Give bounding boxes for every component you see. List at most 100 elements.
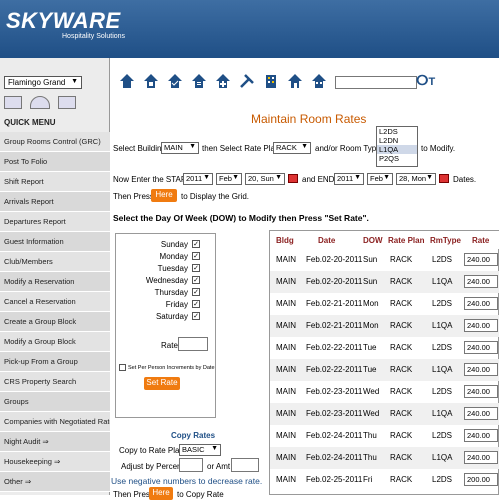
menu-item-pickup-group[interactable]: Pick-up From a Group: [0, 352, 110, 372]
room-type-option[interactable]: L2DN: [377, 136, 417, 145]
table-row: MAIN Feb.02-25-2011 Fri RACK L2DS 200.00: [270, 469, 499, 491]
house-arrow-icon[interactable]: [143, 73, 159, 89]
table-cell: Wed: [363, 409, 380, 418]
adjust-percent-input[interactable]: [179, 458, 203, 472]
chevron-down-icon: ▼: [301, 143, 308, 150]
chevron-down-icon: ▼: [211, 445, 218, 452]
menu-item-groups[interactable]: Groups: [0, 392, 110, 412]
rate-cell-input[interactable]: 240.00: [464, 451, 498, 464]
rate-cell-input[interactable]: 200.00: [464, 473, 498, 486]
table-cell: MAIN: [276, 453, 296, 462]
home-icon[interactable]: [119, 73, 135, 89]
checkbox-tuesday[interactable]: ✓: [192, 264, 200, 272]
start-year-select[interactable]: 2011 ▼: [183, 173, 213, 185]
keypad-icon[interactable]: [4, 96, 22, 109]
property-select[interactable]: Flamingo Grand ▼: [4, 76, 82, 89]
rates-grid-header: Bldg Date DOW Rate Plan RmType Rate: [270, 231, 499, 249]
adjust-amount-input[interactable]: [231, 458, 259, 472]
rate-plan-select[interactable]: RACK ▼: [273, 142, 311, 154]
menu-item-post-to-folio[interactable]: Post To Folio: [0, 152, 110, 172]
adjust-percent-label: Adjust by Percent:: [121, 462, 186, 471]
table-cell: Tue: [363, 343, 377, 352]
menu-item-night-audit[interactable]: Night Audit ⇒: [0, 432, 110, 452]
checkbox-wednesday[interactable]: ✓: [192, 276, 200, 284]
menu-item-modify-reservation[interactable]: Modify a Reservation: [0, 272, 110, 292]
house-grid-icon[interactable]: [311, 73, 327, 89]
rate-input[interactable]: [178, 337, 208, 351]
per-person-checkbox[interactable]: [119, 364, 126, 371]
app-header: SKYWARE Hospitality Solutions: [0, 0, 499, 58]
sidebar-tools: [4, 96, 104, 110]
rate-cell-input[interactable]: 240.00: [464, 297, 498, 310]
column-header: Rate Plan: [388, 236, 425, 245]
start-month-select[interactable]: Feb ▼: [216, 173, 242, 185]
column-header: DOW: [363, 236, 383, 245]
house-list-icon[interactable]: [191, 73, 207, 89]
device-icon[interactable]: [58, 96, 76, 109]
end-year-select[interactable]: 2011 ▼: [334, 173, 364, 185]
checkbox-monday[interactable]: ✓: [192, 252, 200, 260]
to-modify-label: to Modify.: [421, 144, 456, 153]
menu-item-other[interactable]: Other ⇒: [0, 472, 110, 492]
checkbox-friday[interactable]: ✓: [192, 300, 200, 308]
search-icon[interactable]: ⵔT: [416, 72, 435, 89]
end-month-select[interactable]: Feb ▼: [367, 173, 393, 185]
room-type-option[interactable]: P2QS: [377, 154, 417, 163]
gauge-icon[interactable]: [30, 96, 50, 109]
menu-item-housekeeping[interactable]: Housekeeping ⇒: [0, 452, 110, 472]
menu-item-modify-group-block[interactable]: Modify a Group Block: [0, 332, 110, 352]
chevron-down-icon: ▼: [203, 174, 210, 181]
rate-cell-input[interactable]: 240.00: [464, 253, 498, 266]
rate-cell-input[interactable]: 240.00: [464, 385, 498, 398]
search-input[interactable]: [335, 76, 417, 89]
building-select[interactable]: MAIN ▼: [161, 142, 199, 154]
room-type-option[interactable]: L1QA: [377, 145, 417, 154]
house-plus-icon[interactable]: [215, 73, 231, 89]
menu-item-departures-report[interactable]: Departures Report: [0, 212, 110, 232]
end-day-select[interactable]: 28, Mon ▼: [396, 173, 436, 185]
table-cell: L2DS: [432, 255, 453, 264]
menu-item-club-members[interactable]: Club/Members: [0, 252, 110, 272]
copy-rate-button[interactable]: Here: [149, 487, 173, 500]
menu-item-shift-report[interactable]: Shift Report: [0, 172, 110, 192]
menu-item-create-group-block[interactable]: Create a Group Block: [0, 312, 110, 332]
house-check-icon[interactable]: [167, 73, 183, 89]
building-icon[interactable]: [263, 73, 279, 89]
menu-item-arrivals-report[interactable]: Arrivals Report: [0, 192, 110, 212]
table-cell: Feb.02-21-2011: [306, 321, 363, 330]
table-cell: Tue: [363, 365, 377, 374]
room-type-option[interactable]: L2DS: [377, 127, 417, 136]
display-grid-button[interactable]: Here: [151, 189, 177, 202]
table-cell: Mon: [363, 299, 379, 308]
set-rate-button[interactable]: Set Rate: [144, 377, 180, 390]
menu-item-cancel-reservation[interactable]: Cancel a Reservation: [0, 292, 110, 312]
calendar-icon[interactable]: [288, 174, 298, 183]
house-door-icon[interactable]: [287, 73, 303, 89]
table-cell: Feb.02-23-2011: [306, 387, 363, 396]
rate-cell-input[interactable]: 240.00: [464, 275, 498, 288]
rate-cell-input[interactable]: 240.00: [464, 319, 498, 332]
menu-item-crs-property-search[interactable]: CRS Property Search: [0, 372, 110, 392]
checkbox-thursday[interactable]: ✓: [192, 288, 200, 296]
tools-icon[interactable]: [239, 73, 255, 89]
rate-cell-input[interactable]: 240.00: [464, 407, 498, 420]
copy-to-select[interactable]: BASIC ▼: [179, 444, 221, 456]
checkbox-saturday[interactable]: ✓: [192, 312, 200, 320]
menu-item-grc[interactable]: Group Rooms Control (GRC): [0, 132, 110, 152]
table-cell: Feb.02-20-2011: [306, 277, 363, 286]
menu-item-companies[interactable]: Companies with Negotiated Rates: [0, 412, 110, 432]
start-day-select[interactable]: 20, Sun ▼: [245, 173, 285, 185]
calendar-icon[interactable]: [439, 174, 449, 183]
rate-cell-input[interactable]: 240.00: [464, 363, 498, 376]
property-select-value: Flamingo Grand: [8, 78, 66, 87]
skyware-logo[interactable]: SKYWARE Hospitality Solutions: [6, 8, 125, 40]
column-header: RmType: [430, 236, 461, 245]
start-year-value: 2011: [186, 174, 203, 183]
table-row: MAIN Feb.02-22-2011 Tue RACK L1QA 240.00: [270, 359, 499, 381]
rate-cell-input[interactable]: 240.00: [464, 341, 498, 354]
rate-cell-input[interactable]: 240.00: [464, 429, 498, 442]
dow-label: Tuesday: [157, 264, 188, 273]
room-type-list[interactable]: L2DS L2DN L1QA P2QS: [376, 126, 418, 167]
menu-item-guest-information[interactable]: Guest Information: [0, 232, 110, 252]
checkbox-sunday[interactable]: ✓: [192, 240, 200, 248]
